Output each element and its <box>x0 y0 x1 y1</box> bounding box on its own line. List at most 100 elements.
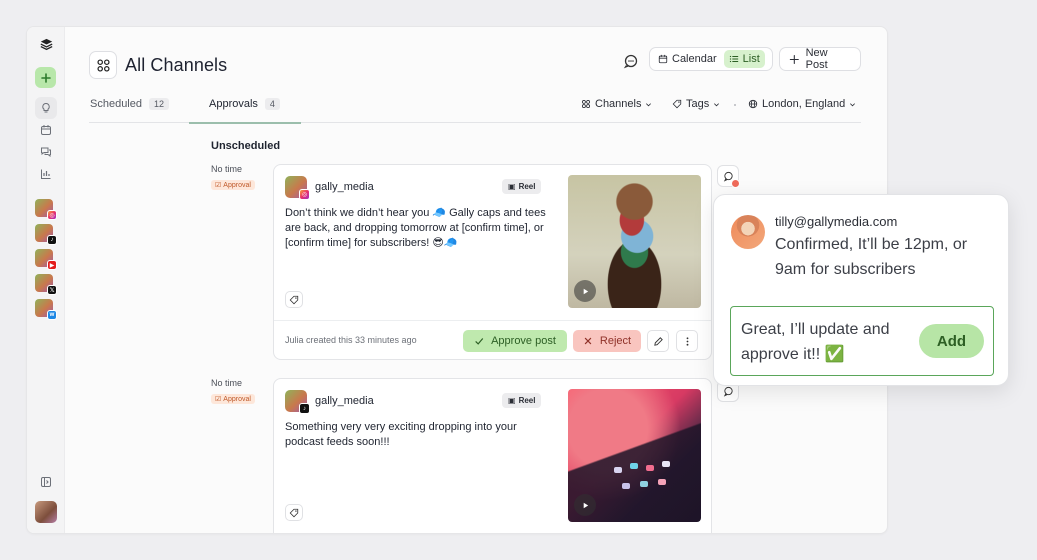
comment-author: tilly@gallymedia.com <box>775 214 898 229</box>
channel-bluesky[interactable]: w <box>35 299 57 321</box>
post-footer: Julia created this 33 minutes ago Approv… <box>274 320 711 361</box>
check-icon <box>475 338 484 345</box>
add-tag-button[interactable] <box>285 291 303 308</box>
location-filter[interactable]: London, England <box>748 98 856 110</box>
channels-filter-label: Channels <box>595 98 642 110</box>
plus-icon <box>789 54 799 64</box>
tab-count: 12 <box>149 98 170 110</box>
account-handle: gally_media <box>315 181 374 193</box>
page-title: All Channels <box>125 55 228 75</box>
reply-input[interactable]: Great, I’ll update and approve it!! ✅ Ad… <box>730 306 994 376</box>
post-header: ◎ gally_media <box>285 176 374 200</box>
bluesky-icon: w <box>47 310 57 320</box>
active-tab-indicator <box>189 122 301 124</box>
messages-icon[interactable] <box>35 141 57 163</box>
reply-text[interactable]: Great, I’ll update and approve it!! ✅ <box>741 317 911 367</box>
calendar-view-label: Calendar <box>672 53 717 65</box>
comments-icon[interactable] <box>623 53 639 69</box>
new-post-button[interactable]: New Post <box>779 47 861 71</box>
status-badge: ☑ Approval <box>211 180 255 190</box>
post-meta: No time ☑ Approval <box>211 164 255 192</box>
format-label: Reel <box>518 396 536 405</box>
sidebar: ◎ ♪ ▶ 𝕏 w <box>27 27 65 533</box>
tag-icon <box>289 508 299 517</box>
channels-icon <box>582 100 590 108</box>
tab-bar: Scheduled 12 Approvals 4 Channels Tags L… <box>89 93 861 124</box>
list-icon <box>729 55 738 63</box>
channel-x[interactable]: 𝕏 <box>35 274 57 296</box>
status-badge: ☑ Approval <box>211 394 255 404</box>
post-meta: No time ☑ Approval <box>211 378 255 406</box>
calendar-icon <box>658 54 668 64</box>
tag-icon <box>672 99 682 109</box>
section-title: Unscheduled <box>211 140 281 152</box>
comment-text: Confirmed, It’ll be 12pm, or 9am for sub… <box>775 236 968 278</box>
status-label: Approval <box>223 181 251 189</box>
analytics-icon[interactable] <box>35 163 57 185</box>
play-icon[interactable] <box>574 494 596 516</box>
chevron-down-icon <box>714 102 720 106</box>
more-options-button[interactable] <box>676 330 698 352</box>
chevron-down-icon <box>646 102 652 106</box>
approval-icon: ☑ <box>215 396 222 403</box>
approval-icon: ☑ <box>215 182 222 189</box>
calendar-view-button[interactable]: Calendar <box>653 50 722 68</box>
more-vertical-icon <box>686 336 688 346</box>
tab-label: Scheduled <box>90 98 142 110</box>
reject-label: Reject <box>599 335 632 347</box>
unread-indicator <box>731 179 740 188</box>
channels-grid-icon <box>89 51 117 79</box>
ideas-icon[interactable] <box>35 97 57 119</box>
divider <box>734 104 736 106</box>
post-header: ♪ gally_media <box>285 390 374 414</box>
logo-icon[interactable] <box>35 33 57 55</box>
add-comment-button[interactable]: Add <box>919 324 984 358</box>
tags-filter-label: Tags <box>686 98 710 110</box>
create-icon[interactable] <box>35 67 56 88</box>
view-toggle: Calendar List <box>649 47 773 71</box>
calendar-icon[interactable] <box>35 119 57 141</box>
user-avatar[interactable] <box>35 501 57 523</box>
tags-filter[interactable]: Tags <box>672 98 720 110</box>
pencil-icon <box>653 336 663 346</box>
approve-post-button[interactable]: Approve post <box>463 330 567 352</box>
post-card[interactable]: ◎ gally_media ▣ Reel Don’t think we didn… <box>273 164 712 360</box>
tab-approvals[interactable]: Approvals 4 <box>209 98 280 110</box>
account-handle: gally_media <box>315 395 374 407</box>
post-time: No time <box>211 164 243 174</box>
globe-icon <box>748 99 758 109</box>
channels-filter[interactable]: Channels <box>581 98 652 110</box>
post-time: No time <box>211 378 243 388</box>
comment-popover: tilly@gallymedia.com Confirmed, It’ll be… <box>713 194 1009 386</box>
reel-icon: ▣ <box>508 396 516 405</box>
post-caption: Don’t think we didn’t hear you 🧢 Gally c… <box>285 207 546 249</box>
list-view-label: List <box>742 53 760 65</box>
post-card[interactable]: ♪ gally_media ▣ Reel Something very very… <box>273 378 712 533</box>
format-badge: ▣ Reel <box>502 179 542 194</box>
play-icon[interactable] <box>574 280 596 302</box>
format-badge: ▣ Reel <box>502 393 542 408</box>
tab-label: Approvals <box>209 98 258 110</box>
approve-label: Approve post <box>491 335 556 347</box>
instagram-icon: ◎ <box>299 189 310 200</box>
post-media-thumbnail[interactable] <box>568 175 701 308</box>
list-view-button[interactable]: List <box>723 50 765 68</box>
channel-youtube[interactable]: ▶ <box>35 249 57 271</box>
tiktok-icon: ♪ <box>47 235 57 245</box>
channel-avatar: ♪ <box>285 390 310 414</box>
chevron-down-icon <box>850 102 856 106</box>
post-caption: Something very very exciting dropping in… <box>285 421 517 448</box>
channel-instagram[interactable]: ◎ <box>35 199 57 221</box>
tab-scheduled[interactable]: Scheduled 12 <box>90 98 170 110</box>
reject-button[interactable]: Reject <box>573 330 641 352</box>
created-info: Julia created this 33 minutes ago <box>285 335 417 345</box>
post-media-thumbnail[interactable] <box>568 389 701 522</box>
add-tag-button[interactable] <box>285 504 303 521</box>
channel-tiktok[interactable]: ♪ <box>35 224 57 246</box>
mixer-illustration <box>608 459 688 509</box>
format-label: Reel <box>518 182 536 191</box>
tag-icon <box>289 295 299 304</box>
comment-icon <box>723 386 733 397</box>
expand-sidebar-icon[interactable] <box>35 471 57 493</box>
edit-button[interactable] <box>647 330 669 352</box>
